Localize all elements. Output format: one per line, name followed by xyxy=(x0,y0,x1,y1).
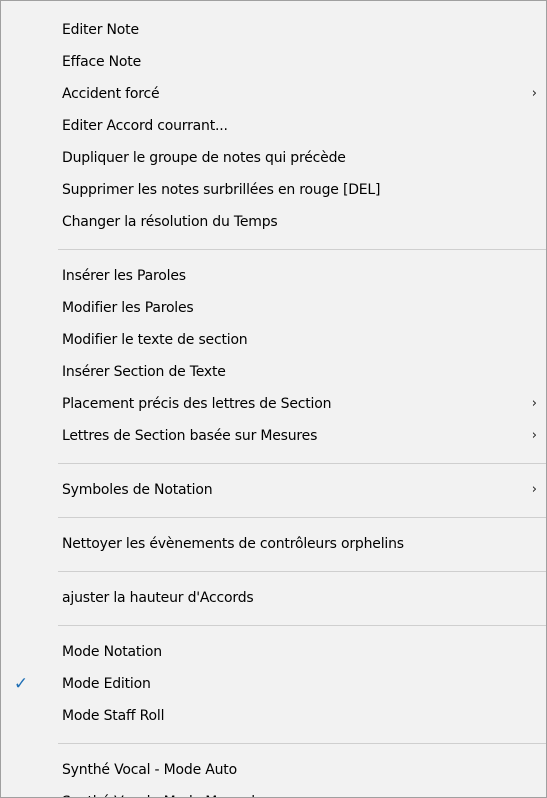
menu-item-dupliquer-groupe-notes[interactable]: Dupliquer le groupe de notes qui précède xyxy=(1,142,546,174)
menu-item-synthe-vocal-auto[interactable]: Synthé Vocal - Mode Auto xyxy=(1,754,546,786)
context-menu: Editer Note Efface Note Accident forcé ›… xyxy=(0,0,547,798)
menu-separator xyxy=(58,249,546,250)
menu-item-symboles-notation[interactable]: Symboles de Notation › xyxy=(1,474,546,506)
submenu-arrow-icon: › xyxy=(531,428,537,443)
submenu-arrow-icon: › xyxy=(531,86,537,101)
menu-item-label: Lettres de Section basée sur Mesures xyxy=(62,428,318,444)
menu-item-inserer-paroles[interactable]: Insérer les Paroles xyxy=(1,260,546,292)
menu-item-placement-precis-lettres[interactable]: Placement précis des lettres de Section … xyxy=(1,388,546,420)
menu-item-label: Synthé Vocal - Mode Auto xyxy=(62,762,237,778)
menu-item-label: Mode Notation xyxy=(62,644,162,660)
menu-item-label: Nettoyer les évènements de contrôleurs o… xyxy=(62,536,404,552)
checkmark-icon: ✓ xyxy=(13,674,29,694)
menu-item-nettoyer-evenements[interactable]: Nettoyer les évènements de contrôleurs o… xyxy=(1,528,546,560)
menu-item-label: Insérer les Paroles xyxy=(62,268,186,284)
menu-list: Editer Note Efface Note Accident forcé ›… xyxy=(1,14,546,797)
submenu-arrow-icon: › xyxy=(531,396,537,411)
menu-item-label: Dupliquer le groupe de notes qui précède xyxy=(62,150,346,166)
menu-item-modifier-texte-section[interactable]: Modifier le texte de section xyxy=(1,324,546,356)
menu-item-editer-accord-courrant[interactable]: Editer Accord courrant... xyxy=(1,110,546,142)
menu-item-label: Changer la résolution du Temps xyxy=(62,214,278,230)
menu-item-accident-force[interactable]: Accident forcé › xyxy=(1,78,546,110)
menu-item-ajuster-hauteur-accords[interactable]: ajuster la hauteur d'Accords xyxy=(1,582,546,614)
menu-separator xyxy=(58,463,546,464)
menu-item-label: Modifier les Paroles xyxy=(62,300,194,316)
menu-separator xyxy=(58,743,546,744)
menu-item-label: Modifier le texte de section xyxy=(62,332,248,348)
menu-item-label: Accident forcé xyxy=(62,86,160,102)
menu-item-editer-note[interactable]: Editer Note xyxy=(1,14,546,46)
menu-item-label: Mode Edition xyxy=(62,676,151,692)
menu-item-label: Insérer Section de Texte xyxy=(62,364,226,380)
menu-item-modifier-paroles[interactable]: Modifier les Paroles xyxy=(1,292,546,324)
menu-item-label: Editer Accord courrant... xyxy=(62,118,228,134)
menu-item-label: Editer Note xyxy=(62,22,139,38)
menu-item-inserer-section-texte[interactable]: Insérer Section de Texte xyxy=(1,356,546,388)
submenu-arrow-icon: › xyxy=(531,482,537,497)
menu-item-label: Placement précis des lettres de Section xyxy=(62,396,332,412)
menu-item-mode-notation[interactable]: Mode Notation xyxy=(1,636,546,668)
menu-item-efface-note[interactable]: Efface Note xyxy=(1,46,546,78)
menu-separator xyxy=(58,571,546,572)
menu-item-label: Efface Note xyxy=(62,54,141,70)
menu-item-synthe-vocal-manuel[interactable]: Synthé Vocal - Mode Manuel xyxy=(1,786,546,797)
menu-item-label: Supprimer les notes surbrillées en rouge… xyxy=(62,182,381,198)
menu-item-lettres-section-mesures[interactable]: Lettres de Section basée sur Mesures › xyxy=(1,420,546,452)
menu-item-changer-resolution-temps[interactable]: Changer la résolution du Temps xyxy=(1,206,546,238)
menu-item-supprimer-notes-surbrillees[interactable]: Supprimer les notes surbrillées en rouge… xyxy=(1,174,546,206)
menu-item-label: Synthé Vocal - Mode Manuel xyxy=(62,786,255,797)
menu-item-label: Symboles de Notation xyxy=(62,482,213,498)
menu-item-mode-edition[interactable]: ✓ Mode Edition xyxy=(1,668,546,700)
menu-item-label: Mode Staff Roll xyxy=(62,708,165,724)
menu-separator xyxy=(58,625,546,626)
menu-separator xyxy=(58,517,546,518)
menu-item-label: ajuster la hauteur d'Accords xyxy=(62,590,254,606)
menu-item-mode-staff-roll[interactable]: Mode Staff Roll xyxy=(1,700,546,732)
